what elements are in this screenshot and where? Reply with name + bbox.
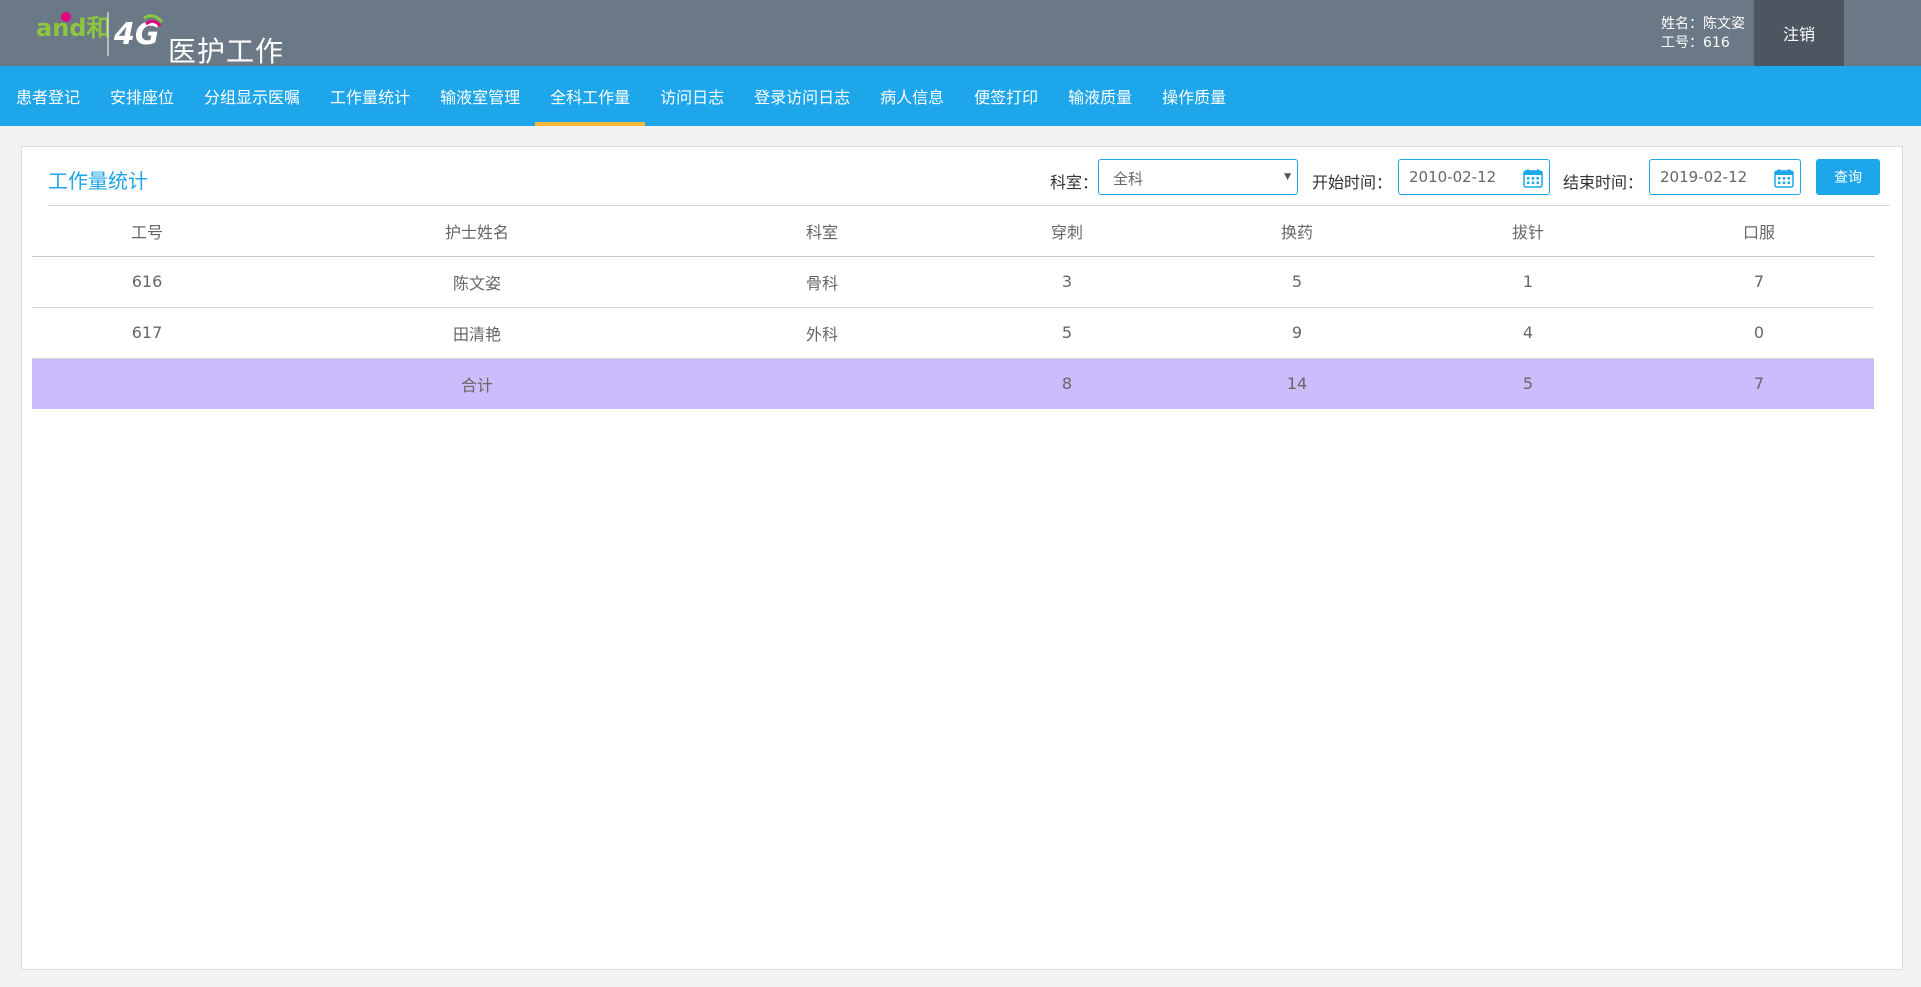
total-cell-label: 合计 bbox=[262, 358, 692, 409]
user-name: 姓名：陈文姿 bbox=[1661, 16, 1745, 32]
workload-table: 工号 护士姓名 科室 穿刺 换药 拔针 口服 616 陈文姿 骨科 3 5 1 … bbox=[32, 206, 1874, 409]
col-header-department: 科室 bbox=[692, 206, 952, 257]
cell-dressing: 5 bbox=[1182, 256, 1412, 308]
nav-item-workload-stats[interactable]: 工作量统计 bbox=[315, 66, 425, 126]
nav-item-infusion-room[interactable]: 输液室管理 bbox=[425, 66, 535, 126]
nav-item-patient-info[interactable]: 病人信息 bbox=[865, 66, 959, 126]
svg-text:and和: and和 bbox=[36, 14, 110, 42]
panel-title: 工作量统计 bbox=[48, 169, 148, 193]
end-time-label: 结束时间： bbox=[1563, 173, 1644, 192]
total-cell-oral: 7 bbox=[1644, 358, 1874, 409]
start-time-label: 开始时间： bbox=[1312, 173, 1393, 192]
col-header-id: 工号 bbox=[32, 206, 262, 257]
end-date-value: 2019-02-12 bbox=[1660, 168, 1748, 186]
total-cell-id bbox=[32, 358, 262, 409]
user-info: 姓名：陈文姿 工号：616 bbox=[1661, 15, 1745, 53]
nav-item-patient-register[interactable]: 患者登记 bbox=[1, 66, 95, 126]
logout-button[interactable]: 注销 bbox=[1754, 0, 1844, 66]
cell-dressing: 9 bbox=[1182, 307, 1412, 359]
cell-nurse-name: 陈文姿 bbox=[262, 256, 692, 308]
total-cell-needle-removal: 5 bbox=[1412, 358, 1644, 409]
chevron-down-icon: ▼ bbox=[1284, 172, 1291, 182]
total-cell-dressing: 14 bbox=[1182, 358, 1412, 409]
col-header-needle-removal: 拔针 bbox=[1412, 206, 1644, 257]
start-date-value: 2010-02-12 bbox=[1409, 168, 1497, 186]
table-header-row: 工号 护士姓名 科室 穿刺 换药 拔针 口服 bbox=[32, 206, 1874, 257]
total-cell-puncture: 8 bbox=[952, 358, 1182, 409]
department-value: 全科 bbox=[1113, 170, 1144, 188]
calendar-icon[interactable] bbox=[1774, 168, 1794, 188]
cell-nurse-name: 田清艳 bbox=[262, 307, 692, 359]
top-header: and和 4G 医护工作站 姓名：陈文姿 工号：616 注销 bbox=[0, 0, 1921, 108]
cell-needle-removal: 4 bbox=[1412, 307, 1644, 359]
workload-panel: 工作量统计 科室： 全科 ▼ 开始时间： 2010-02-12 结束时间： 20… bbox=[21, 146, 1903, 970]
cell-department: 骨科 bbox=[692, 256, 952, 308]
cell-needle-removal: 1 bbox=[1412, 256, 1644, 308]
col-header-oral: 口服 bbox=[1644, 206, 1874, 257]
total-cell-department bbox=[692, 358, 952, 409]
nav-item-infusion-quality[interactable]: 输液质量 bbox=[1053, 66, 1147, 126]
end-date-input[interactable]: 2019-02-12 bbox=[1649, 159, 1801, 195]
nav-item-all-workload[interactable]: 全科工作量 bbox=[535, 66, 646, 126]
cell-department: 外科 bbox=[692, 307, 952, 359]
nav-item-arrange-seat[interactable]: 安排座位 bbox=[95, 66, 189, 126]
cell-id: 616 bbox=[32, 256, 262, 308]
calendar-icon[interactable] bbox=[1523, 168, 1543, 188]
cell-puncture: 3 bbox=[952, 256, 1182, 308]
cell-id: 617 bbox=[32, 307, 262, 359]
nav-item-group-orders[interactable]: 分组显示医嘱 bbox=[189, 66, 315, 126]
query-button[interactable]: 查询 bbox=[1816, 159, 1880, 195]
table-total-row: 合计 8 14 5 7 bbox=[32, 358, 1874, 409]
table-row: 616 陈文姿 骨科 3 5 1 7 bbox=[32, 256, 1874, 308]
table-row: 617 田清艳 外科 5 9 4 0 bbox=[32, 307, 1874, 359]
start-date-input[interactable]: 2010-02-12 bbox=[1398, 159, 1550, 195]
cell-oral: 0 bbox=[1644, 307, 1874, 359]
col-header-puncture: 穿刺 bbox=[952, 206, 1182, 257]
and-he-logo-icon: and和 4G bbox=[36, 12, 164, 56]
user-id: 工号：616 bbox=[1661, 35, 1730, 51]
cell-puncture: 5 bbox=[952, 307, 1182, 359]
department-label: 科室： bbox=[1050, 173, 1099, 192]
department-select[interactable]: 全科 ▼ bbox=[1098, 159, 1298, 195]
nav-item-note-print[interactable]: 便签打印 bbox=[959, 66, 1053, 126]
main-nav: 患者登记 安排座位 分组显示医嘱 工作量统计 输液室管理 全科工作量 访问日志 … bbox=[0, 66, 1921, 126]
col-header-nurse-name: 护士姓名 bbox=[262, 206, 692, 257]
nav-item-operation-quality[interactable]: 操作质量 bbox=[1147, 66, 1241, 126]
app-logo: and和 4G 医护工作站 bbox=[36, 8, 306, 108]
nav-item-login-log[interactable]: 登录访问日志 bbox=[739, 66, 865, 126]
col-header-dressing: 换药 bbox=[1182, 206, 1412, 257]
cell-oral: 7 bbox=[1644, 256, 1874, 308]
nav-item-access-log[interactable]: 访问日志 bbox=[645, 66, 739, 126]
